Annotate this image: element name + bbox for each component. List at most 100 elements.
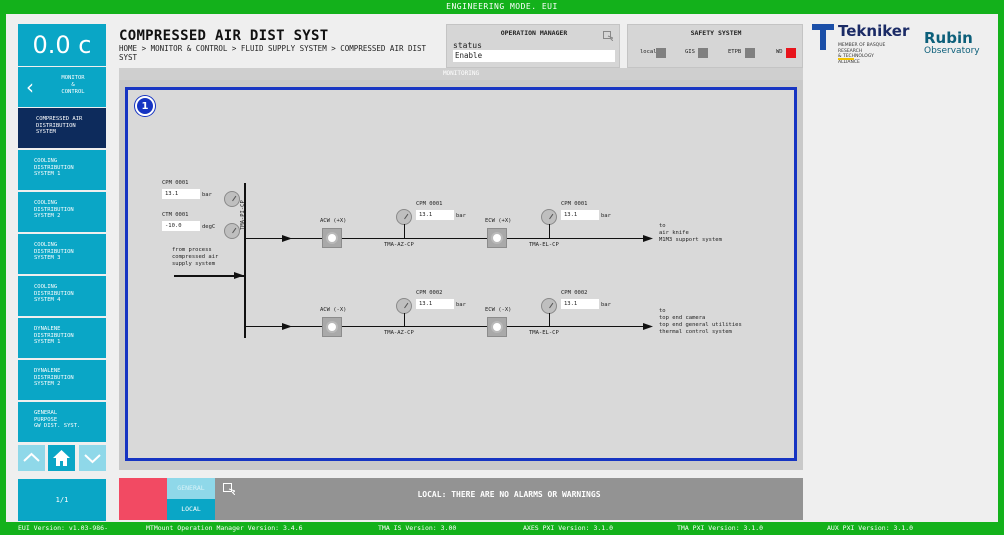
diagram-area: 1 CPM 0001 13.1 bar CTM 0001 -10.0 degC … bbox=[125, 87, 797, 461]
safety-system-panel: SAFETY SYSTEM local GIS ETPB WD bbox=[627, 24, 803, 68]
pressure-gauge-icon bbox=[541, 298, 557, 314]
tekniker-logo: Tekniker MEMBER OF BASQUE RESEARCH & TEC… bbox=[812, 22, 909, 68]
cpm-unit: bar bbox=[601, 213, 611, 219]
valve-icon bbox=[322, 317, 342, 337]
gauge-stem bbox=[404, 224, 405, 238]
back-label: MONITOR & CONTROL bbox=[61, 75, 85, 95]
rubin-name: Rubin bbox=[924, 29, 973, 47]
cursor-select-icon[interactable] bbox=[223, 483, 235, 495]
valve-icon bbox=[487, 228, 507, 248]
sidebar-item-cooling-2[interactable]: COOLING DISTRIBUTION SYSTEM 2 bbox=[18, 192, 106, 232]
temperature-gauge-icon bbox=[224, 223, 240, 239]
operation-manager-panel: OPERATION MANAGER status Enable bbox=[446, 24, 620, 68]
valve-rotor bbox=[491, 232, 503, 244]
tekniker-accent-bar bbox=[838, 58, 854, 60]
segment-tag: TMA-AZ-CP bbox=[384, 330, 414, 336]
tekniker-mark-icon bbox=[812, 24, 834, 50]
cpm-label: CPM 0001 bbox=[561, 201, 588, 207]
gauge-stem bbox=[549, 313, 550, 326]
tab-local[interactable]: LOCAL bbox=[167, 499, 215, 520]
top-destination: to air knife M1M3 support system bbox=[659, 223, 722, 243]
chevron-up-icon bbox=[23, 452, 40, 462]
mtmount-version: MTMount Operation Manager Version: 3.4.6 bbox=[146, 524, 303, 532]
scroll-up-button[interactable] bbox=[18, 445, 45, 471]
sidebar-item-label: DYNALENE DISTRIBUTION SYSTEM 1 bbox=[34, 326, 74, 345]
scroll-down-button[interactable] bbox=[79, 445, 106, 471]
gauge-stem bbox=[549, 224, 550, 238]
sidebar-item-general-purpose[interactable]: GENERAL PURPOSE GW DIST. SYST. bbox=[18, 402, 106, 442]
sidebar-item-label: COOLING DISTRIBUTION SYSTEM 4 bbox=[34, 284, 74, 303]
page-title: COMPRESSED AIR DIST SYST bbox=[119, 28, 329, 44]
tekniker-name: Tekniker bbox=[838, 22, 910, 40]
tekniker-subtitle: MEMBER OF BASQUE RESEARCH & TECHNOLOGY A… bbox=[838, 43, 886, 65]
pressure-gauge-icon bbox=[541, 209, 557, 225]
safety-flag-wd-indicator bbox=[786, 48, 796, 58]
cpm-value: 13.1 bbox=[416, 299, 454, 309]
segment-tag: TMA-EL-CP bbox=[529, 330, 559, 336]
pressure-gauge-icon bbox=[224, 191, 240, 207]
valve-rotor bbox=[326, 321, 338, 333]
chevron-down-icon bbox=[84, 454, 101, 464]
sidebar-item-dynalene-2[interactable]: DYNALENE DISTRIBUTION SYSTEM 2 bbox=[18, 360, 106, 400]
tma-pxi-version: TMA PXI Version: 3.1.0 bbox=[677, 524, 764, 532]
sidebar-item-compressed-air[interactable]: COMPRESSED AIR DISTRIBUTION SYSTEM bbox=[18, 108, 106, 148]
chevron-left-icon: ‹ bbox=[26, 75, 34, 99]
valve-icon bbox=[487, 317, 507, 337]
left-temp-value: -10.0 bbox=[162, 221, 200, 231]
back-button[interactable]: ‹ MONITOR & CONTROL bbox=[18, 67, 106, 107]
sidebar-item-label: COOLING DISTRIBUTION SYSTEM 1 bbox=[34, 158, 74, 177]
sidebar-item-label: GENERAL PURPOSE GW DIST. SYST. bbox=[34, 410, 81, 429]
top-pipe-line bbox=[246, 238, 646, 239]
bottom-pipe-line bbox=[246, 326, 646, 327]
cpm-unit: bar bbox=[601, 302, 611, 308]
cpm-value: 13.1 bbox=[416, 210, 454, 220]
breadcrumb: HOME > MONITOR & CONTROL > FLUID SUPPLY … bbox=[119, 44, 427, 62]
tab-general[interactable]: GENERAL bbox=[167, 478, 215, 499]
main-frame: 0.0 c ‹ MONITOR & CONTROL COMPRESSED AIR… bbox=[6, 14, 998, 522]
bottom-destination: to top end camera top end general utilit… bbox=[659, 308, 742, 335]
home-icon bbox=[53, 450, 70, 466]
valve-label: ECW (-X) bbox=[485, 307, 512, 313]
safety-flag-label: ETPB bbox=[728, 49, 742, 55]
aux-pxi-version: AUX PXI Version: 3.1.0 bbox=[827, 524, 914, 532]
cpm-unit: bar bbox=[456, 302, 466, 308]
pressure-gauge-icon bbox=[396, 209, 412, 225]
temperature-display: 0.0 c bbox=[18, 24, 106, 66]
sidebar-item-label: DYNALENE DISTRIBUTION SYSTEM 2 bbox=[34, 368, 74, 387]
flow-arrow-icon bbox=[643, 235, 653, 242]
flow-arrow-icon bbox=[282, 323, 292, 330]
monitoring-header: MONITORING bbox=[119, 68, 803, 80]
sidebar-item-label: COOLING DISTRIBUTION SYSTEM 2 bbox=[34, 200, 74, 219]
left-temp-label: CTM 0001 bbox=[162, 212, 189, 218]
segment-tag: TMA-EL-CP bbox=[529, 242, 559, 248]
sidebar-item-cooling-1[interactable]: COOLING DISTRIBUTION SYSTEM 1 bbox=[18, 150, 106, 190]
axes-pxi-version: AXES PXI Version: 3.1.0 bbox=[523, 524, 614, 532]
rubin-logo: Rubin Observatory bbox=[924, 30, 980, 56]
safety-system-title: SAFETY SYSTEM bbox=[690, 29, 742, 37]
cpm-label: CPM 0001 bbox=[416, 201, 443, 207]
mode-title: ENGINEERING MODE. EUI bbox=[446, 2, 558, 11]
home-button[interactable] bbox=[48, 445, 75, 471]
sidebar-item-cooling-3[interactable]: COOLING DISTRIBUTION SYSTEM 3 bbox=[18, 234, 106, 274]
safety-flag-local-indicator bbox=[656, 48, 666, 58]
monitoring-panel: 1 CPM 0001 13.1 bar CTM 0001 -10.0 degC … bbox=[119, 80, 803, 470]
cpm-value: 13.1 bbox=[561, 299, 599, 309]
alarm-indicator bbox=[119, 478, 167, 520]
valve-rotor bbox=[491, 321, 503, 333]
safety-flag-label: WD bbox=[776, 49, 783, 55]
sidebar-item-dynalene-1[interactable]: DYNALENE DISTRIBUTION SYSTEM 1 bbox=[18, 318, 106, 358]
left-pressure-label: CPM 0001 bbox=[162, 180, 189, 186]
valve-label: ACW (+X) bbox=[320, 218, 347, 224]
cpm-value: 13.1 bbox=[561, 210, 599, 220]
sidebar-item-label: COOLING DISTRIBUTION SYSTEM 3 bbox=[34, 242, 74, 261]
status-value: Enable bbox=[453, 50, 615, 62]
source-text: from process compressed air supply syste… bbox=[172, 247, 219, 267]
valve-label: ACW (-X) bbox=[320, 307, 347, 313]
alarm-message-bar: LOCAL: THERE ARE NO ALARMS OR WARNINGS bbox=[215, 478, 803, 520]
sidebar-item-cooling-4[interactable]: COOLING DISTRIBUTION SYSTEM 4 bbox=[18, 276, 106, 316]
page-indicator: 1/1 bbox=[18, 479, 106, 521]
cursor-select-icon[interactable] bbox=[603, 31, 613, 41]
safety-flag-label: GIS bbox=[685, 49, 695, 55]
operation-manager-title: OPERATION MANAGER bbox=[500, 29, 568, 37]
safety-flag-etpb-indicator bbox=[745, 48, 755, 58]
